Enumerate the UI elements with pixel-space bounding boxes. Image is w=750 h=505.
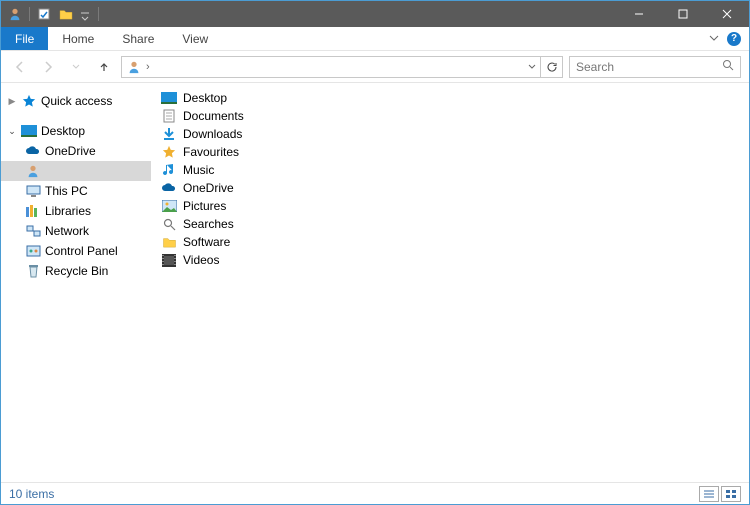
content-pane[interactable]: Desktop Documents Downloads Favourites M… bbox=[151, 83, 749, 482]
tree-label: Quick access bbox=[41, 94, 112, 108]
music-icon bbox=[161, 162, 177, 178]
folder-icon bbox=[161, 234, 177, 250]
item-label: Documents bbox=[183, 109, 244, 123]
star-icon bbox=[161, 144, 177, 160]
view-toggle bbox=[699, 486, 741, 502]
address-row: › Search bbox=[1, 51, 749, 83]
back-button[interactable] bbox=[9, 56, 31, 78]
item-label: Desktop bbox=[183, 91, 227, 105]
breadcrumb-sep: › bbox=[146, 61, 150, 73]
cloud-icon bbox=[25, 143, 41, 159]
status-bar: 10 items bbox=[1, 482, 749, 504]
tree-label: Control Panel bbox=[45, 244, 118, 258]
forward-button[interactable] bbox=[37, 56, 59, 78]
maximize-button[interactable] bbox=[661, 1, 705, 27]
ribbon: File Home Share View ? bbox=[1, 27, 749, 51]
tree-label: Recycle Bin bbox=[45, 264, 108, 278]
search-icon bbox=[161, 216, 177, 232]
share-tab[interactable]: Share bbox=[108, 27, 168, 50]
cloud-icon bbox=[161, 180, 177, 196]
tree-quick-access[interactable]: ▶ Quick access bbox=[1, 91, 151, 111]
folder-icon[interactable] bbox=[58, 6, 74, 22]
close-button[interactable] bbox=[705, 1, 749, 27]
tree-onedrive[interactable]: OneDrive bbox=[1, 141, 151, 161]
network-icon bbox=[25, 223, 41, 239]
item-label: Videos bbox=[183, 253, 219, 267]
home-tab[interactable]: Home bbox=[48, 27, 108, 50]
user-icon bbox=[7, 6, 23, 22]
control-panel-icon bbox=[25, 243, 41, 259]
star-icon bbox=[21, 93, 37, 109]
item-searches[interactable]: Searches bbox=[161, 215, 749, 233]
tree-label: Desktop bbox=[41, 124, 85, 138]
minimize-button[interactable] bbox=[617, 1, 661, 27]
view-tab[interactable]: View bbox=[168, 27, 222, 50]
help-icon[interactable]: ? bbox=[727, 32, 741, 46]
item-onedrive[interactable]: OneDrive bbox=[161, 179, 749, 197]
chevron-down-icon[interactable] bbox=[524, 58, 540, 76]
expand-icon[interactable]: ▶ bbox=[7, 96, 17, 107]
desktop-icon bbox=[161, 90, 177, 106]
search-placeholder: Search bbox=[576, 60, 614, 74]
address-bar[interactable]: › bbox=[121, 56, 541, 78]
tree-control-panel[interactable]: Control Panel bbox=[1, 241, 151, 261]
document-icon bbox=[161, 108, 177, 124]
item-documents[interactable]: Documents bbox=[161, 107, 749, 125]
tree-label: Network bbox=[45, 224, 89, 238]
item-label: Music bbox=[183, 163, 214, 177]
tree-libraries[interactable]: Libraries bbox=[1, 201, 151, 221]
tree-label: OneDrive bbox=[45, 144, 96, 158]
search-input[interactable]: Search bbox=[569, 56, 741, 78]
item-label: OneDrive bbox=[183, 181, 234, 195]
icons-view-button[interactable] bbox=[721, 486, 741, 502]
body: ▶ Quick access ⌄ Desktop OneDrive bbox=[1, 83, 749, 482]
tree-desktop[interactable]: ⌄ Desktop bbox=[1, 121, 151, 141]
libraries-icon bbox=[25, 203, 41, 219]
item-software[interactable]: Software bbox=[161, 233, 749, 251]
title-bar bbox=[1, 1, 749, 27]
item-desktop[interactable]: Desktop bbox=[161, 89, 749, 107]
collapse-icon[interactable]: ⌄ bbox=[7, 126, 17, 137]
picture-icon bbox=[161, 198, 177, 214]
details-view-button[interactable] bbox=[699, 486, 719, 502]
navigation-pane: ▶ Quick access ⌄ Desktop OneDrive bbox=[1, 83, 151, 482]
tree-network[interactable]: Network bbox=[1, 221, 151, 241]
item-label: Favourites bbox=[183, 145, 239, 159]
separator bbox=[98, 7, 99, 21]
item-favourites[interactable]: Favourites bbox=[161, 143, 749, 161]
recent-dropdown[interactable] bbox=[65, 56, 87, 78]
recycle-bin-icon bbox=[25, 263, 41, 279]
user-icon bbox=[25, 163, 41, 179]
tree-user[interactable] bbox=[1, 161, 151, 181]
item-count: 10 items bbox=[9, 487, 54, 501]
tree-label: This PC bbox=[45, 184, 88, 198]
item-label: Searches bbox=[183, 217, 234, 231]
chevron-down-icon[interactable] bbox=[80, 8, 92, 20]
desktop-icon bbox=[21, 123, 37, 139]
item-pictures[interactable]: Pictures bbox=[161, 197, 749, 215]
tree-thispc[interactable]: This PC bbox=[1, 181, 151, 201]
video-icon bbox=[161, 252, 177, 268]
item-music[interactable]: Music bbox=[161, 161, 749, 179]
item-videos[interactable]: Videos bbox=[161, 251, 749, 269]
refresh-button[interactable] bbox=[541, 56, 563, 78]
item-label: Pictures bbox=[183, 199, 226, 213]
explorer-window: File Home Share View ? › Search bbox=[0, 0, 750, 505]
download-icon bbox=[161, 126, 177, 142]
pc-icon bbox=[25, 183, 41, 199]
up-button[interactable] bbox=[93, 56, 115, 78]
separator bbox=[29, 7, 30, 21]
search-icon bbox=[722, 59, 734, 74]
properties-icon[interactable] bbox=[36, 6, 52, 22]
quick-access-toolbar bbox=[1, 6, 99, 22]
tree-recycle-bin[interactable]: Recycle Bin bbox=[1, 261, 151, 281]
chevron-down-icon[interactable] bbox=[709, 30, 719, 48]
item-label: Downloads bbox=[183, 127, 242, 141]
user-icon bbox=[126, 59, 142, 75]
item-downloads[interactable]: Downloads bbox=[161, 125, 749, 143]
window-controls bbox=[617, 1, 749, 27]
file-tab[interactable]: File bbox=[1, 27, 48, 50]
tree-label: Libraries bbox=[45, 204, 91, 218]
item-label: Software bbox=[183, 235, 230, 249]
